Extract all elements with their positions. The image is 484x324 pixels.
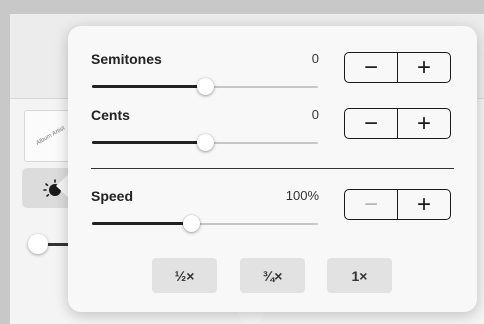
speed-increment-button[interactable]: + bbox=[398, 190, 450, 219]
speed-decrement-button[interactable]: − bbox=[345, 190, 398, 219]
cents-slider[interactable] bbox=[92, 134, 318, 154]
cents-slider-fill bbox=[92, 141, 205, 144]
preset-three-quarter-speed-button[interactable]: ¾× bbox=[240, 258, 305, 293]
cents-stepper: − + bbox=[344, 108, 451, 139]
semitones-slider-thumb[interactable] bbox=[197, 78, 214, 95]
semitones-stepper: − + bbox=[344, 52, 451, 83]
semitones-slider[interactable] bbox=[92, 78, 318, 98]
pitch-speed-popover: Semitones 0 − + Cents 0 − + Speed 100% −… bbox=[68, 26, 477, 312]
speed-slider[interactable] bbox=[92, 215, 318, 235]
speed-slider-thumb[interactable] bbox=[183, 215, 200, 232]
speed-value: 100% bbox=[285, 188, 319, 203]
speed-stepper: − + bbox=[344, 189, 451, 220]
section-divider bbox=[91, 168, 454, 169]
semitones-label: Semitones bbox=[91, 51, 162, 67]
speed-slider-fill bbox=[92, 222, 191, 225]
semitones-decrement-button[interactable]: − bbox=[345, 53, 398, 82]
cents-increment-button[interactable]: + bbox=[398, 109, 450, 138]
background-slider-thumb[interactable] bbox=[28, 234, 48, 254]
cents-label: Cents bbox=[91, 107, 130, 123]
album-artwork-text: Album Artist bbox=[35, 124, 67, 147]
cents-decrement-button[interactable]: − bbox=[345, 109, 398, 138]
semitones-value: 0 bbox=[311, 51, 319, 66]
cents-slider-thumb[interactable] bbox=[197, 134, 214, 151]
preset-normal-speed-button[interactable]: 1× bbox=[327, 258, 392, 293]
semitones-slider-fill bbox=[92, 85, 205, 88]
cents-value: 0 bbox=[311, 107, 319, 122]
semitones-increment-button[interactable]: + bbox=[398, 53, 450, 82]
speed-label: Speed bbox=[91, 188, 134, 204]
preset-half-speed-button[interactable]: ½× bbox=[152, 258, 217, 293]
